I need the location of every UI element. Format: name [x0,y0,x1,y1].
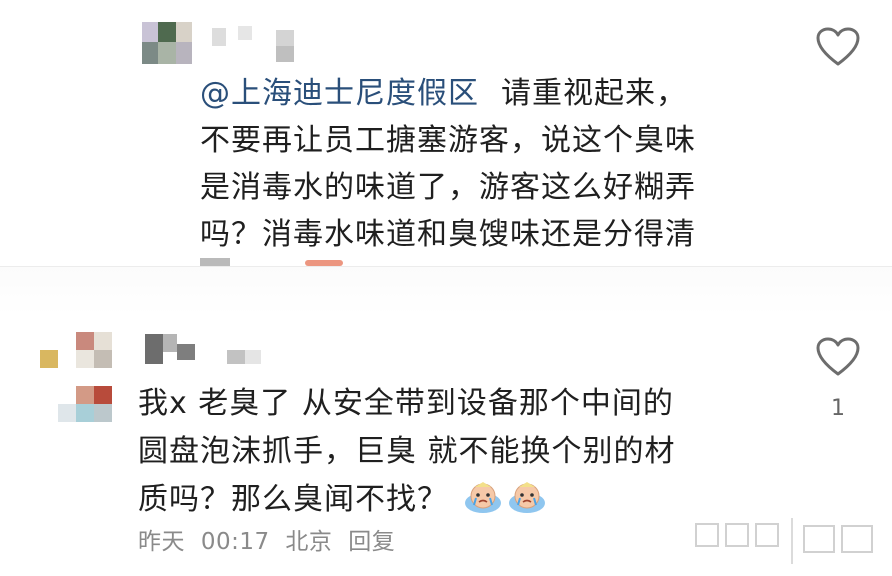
like-heart-icon[interactable] [815,336,861,378]
comment-date: 昨天 [138,529,185,555]
crying-face-emoji-icon [507,481,547,515]
comment-text: 请重视起来， [501,76,687,111]
comment-time: 00:17 [200,529,270,555]
reply-button[interactable]: 回复 [348,529,395,555]
cutoff-text-fragment [200,258,230,266]
comment-location: 北京 [285,529,333,555]
watermark-logo [692,514,882,568]
first-line: @上海迪士尼度假区 请重视起来， [200,70,696,117]
comment-line: 不要再让员工搪塞游客，说这个臭味 [200,123,696,158]
screenshot-seam [0,266,892,315]
mention-link[interactable]: @上海迪士尼度假区 [200,76,479,111]
username-mosaic [142,22,302,66]
comment-line: 我x 老臭了 从安全带到设备那个中间的 [138,386,674,421]
like-heart-icon[interactable] [815,26,861,68]
comment-meta: 昨天 00:17 北京 回复 [138,522,403,556]
like-count: 1 [831,396,845,421]
comment-last-line: 质吗？那么臭闻不找？ [138,476,676,524]
comment-body-bottom: 我x 老臭了 从安全带到设备那个中间的 圆盘泡沫抓手，巨臭 就不能换个别的材 质… [138,380,676,524]
username-mosaic[interactable] [145,334,285,368]
crying-face-emoji-icon [463,481,503,515]
comment-line: 是消毒水的味道了，游客这么好糊弄 [200,170,696,205]
comment-card-top: @上海迪士尼度假区 请重视起来， 不要再让员工搪塞游客，说这个臭味 是消毒水的味道… [0,0,892,266]
comment-line: 质吗？那么臭闻不找？ [138,482,448,517]
comment-body-top: @上海迪士尼度假区 请重视起来， 不要再让员工搪塞游客，说这个臭味 是消毒水的味道… [200,70,696,258]
comment-line: 圆盘泡沫抓手，巨臭 就不能换个别的材 [138,434,676,469]
avatar-mosaic[interactable] [40,332,112,436]
comment-line: 吗？消毒水味道和臭馊味还是分得清 [200,217,696,252]
